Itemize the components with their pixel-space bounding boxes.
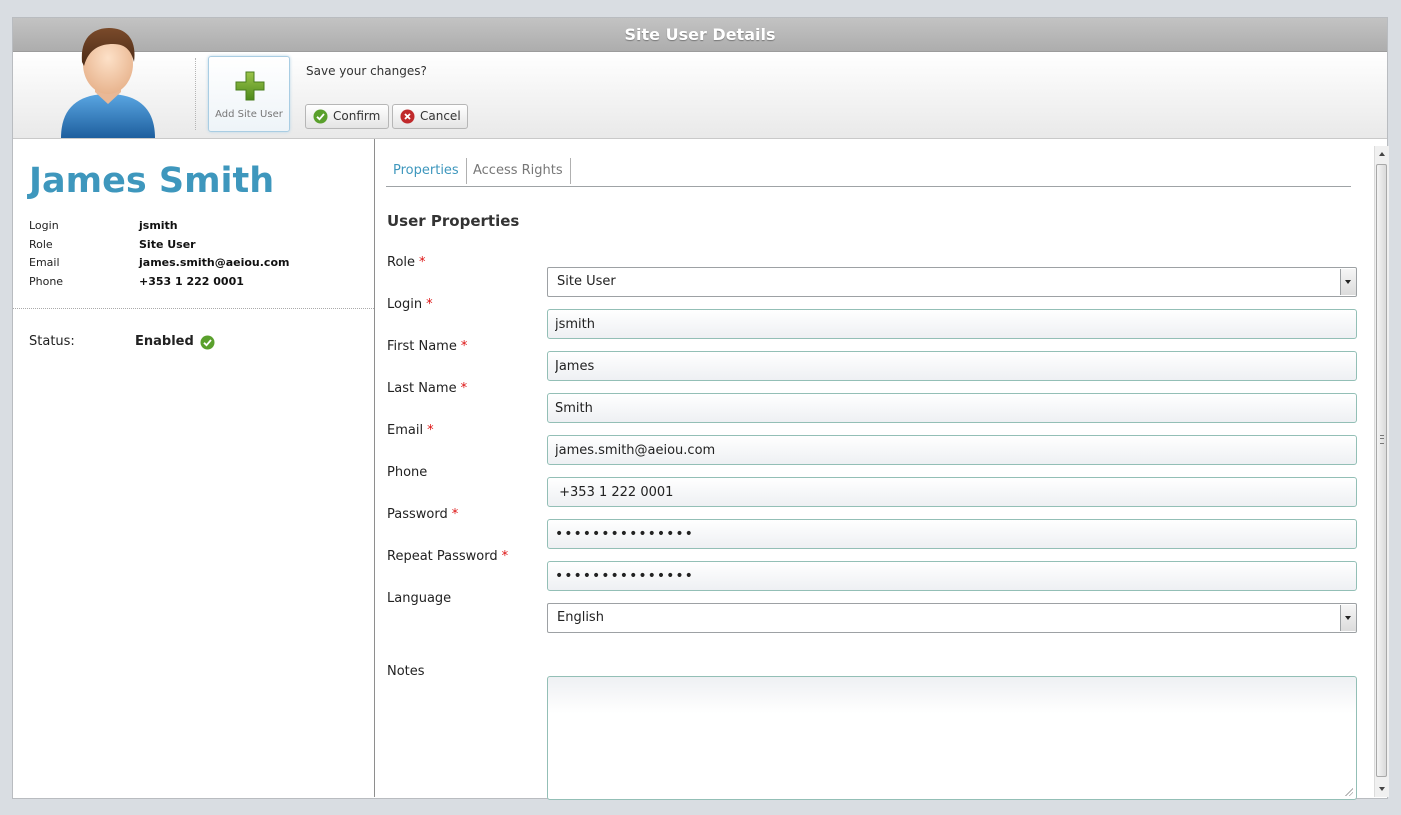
repeat-password-input[interactable]: ••••••••••••••• — [547, 561, 1357, 591]
required-marker: * — [451, 507, 459, 522]
scrollbar-thumb[interactable] — [1376, 164, 1387, 777]
required-marker: * — [460, 381, 468, 396]
password-label: Password * — [387, 507, 459, 522]
resize-handle-icon[interactable] — [1344, 787, 1353, 796]
info-row-role: Role Site User — [29, 238, 369, 257]
info-key: Email — [29, 256, 60, 269]
info-row-email: Email james.smith@aeiou.com — [29, 256, 369, 275]
grip-icon — [1380, 435, 1384, 444]
required-marker: * — [427, 423, 434, 438]
first-name-label: First Name * — [387, 339, 468, 354]
user-full-name: James Smith — [29, 161, 275, 201]
toolbar-divider — [195, 58, 196, 130]
last-name-input[interactable] — [547, 393, 1357, 423]
divider — [13, 308, 374, 309]
language-label: Language — [387, 591, 452, 606]
info-value: jsmith — [139, 219, 178, 232]
email-label: Email * — [387, 423, 434, 438]
check-circle-icon — [200, 335, 215, 350]
window-title: Site User Details — [13, 18, 1387, 52]
user-summary-panel: James Smith Login jsmith Role Site User … — [13, 139, 375, 797]
info-value: Site User — [139, 237, 196, 251]
info-row-phone: Phone +353 1 222 0001 — [29, 275, 369, 294]
required-marker: * — [426, 297, 433, 312]
user-avatar-icon — [61, 28, 155, 138]
info-key: Login — [29, 219, 59, 232]
scroll-down-arrow-icon[interactable] — [1375, 782, 1389, 797]
confirm-button[interactable]: Confirm — [305, 104, 389, 129]
repeat-password-label: Repeat Password * — [387, 549, 509, 564]
close-circle-icon — [400, 109, 415, 124]
chevron-down-icon — [1340, 605, 1356, 631]
password-input[interactable]: ••••••••••••••• — [547, 519, 1357, 549]
tab-access-rights[interactable]: Access Rights — [466, 158, 571, 184]
status-label: Status: — [29, 334, 75, 349]
required-marker: * — [419, 255, 426, 270]
role-select[interactable]: Site User — [547, 267, 1357, 297]
first-name-input[interactable] — [547, 351, 1357, 381]
tab-bar: Properties Access Rights — [386, 158, 1351, 187]
notes-textarea[interactable] — [547, 676, 1357, 800]
info-value: james.smith@aeiou.com — [139, 256, 290, 269]
section-title: User Properties — [387, 212, 520, 230]
plus-icon — [235, 71, 265, 101]
confirm-label: Confirm — [333, 109, 381, 123]
login-input[interactable] — [547, 309, 1357, 339]
last-name-label: Last Name * — [387, 381, 468, 396]
site-user-details-window: Site User Details Add Site User Save you… — [12, 17, 1389, 800]
email-input[interactable] — [547, 435, 1357, 465]
notes-label: Notes — [387, 664, 425, 679]
tab-properties[interactable]: Properties — [386, 158, 467, 184]
required-marker: * — [501, 549, 509, 564]
info-key: Phone — [29, 274, 64, 288]
info-value: +353 1 222 0001 — [139, 274, 244, 288]
chevron-down-icon — [1340, 269, 1356, 295]
check-circle-icon — [313, 109, 328, 124]
user-info-list: Login jsmith Role Site User Email james.… — [29, 219, 369, 293]
required-marker: * — [460, 339, 468, 354]
add-site-user-button[interactable]: Add Site User — [208, 56, 290, 132]
user-properties-panel: Properties Access Rights User Properties… — [375, 139, 1373, 800]
phone-input[interactable] — [547, 477, 1357, 507]
cancel-button[interactable]: Cancel — [392, 104, 468, 129]
login-label: Login * — [387, 297, 433, 312]
toolbar: Add Site User Save your changes? Confirm… — [13, 28, 1387, 139]
vertical-scrollbar[interactable] — [1374, 146, 1389, 797]
cancel-label: Cancel — [420, 109, 461, 123]
role-selected-value: Site User — [557, 274, 616, 289]
info-row-login: Login jsmith — [29, 219, 369, 238]
language-select[interactable]: English — [547, 603, 1357, 633]
language-selected-value: English — [557, 610, 604, 625]
phone-label: Phone — [387, 465, 428, 480]
role-label: Role * — [387, 255, 426, 270]
add-site-user-label: Add Site User — [215, 109, 283, 120]
status-value: Enabled — [135, 334, 194, 349]
scroll-up-arrow-icon[interactable] — [1375, 146, 1389, 161]
save-prompt: Save your changes? — [306, 64, 427, 78]
info-key: Role — [29, 237, 53, 251]
